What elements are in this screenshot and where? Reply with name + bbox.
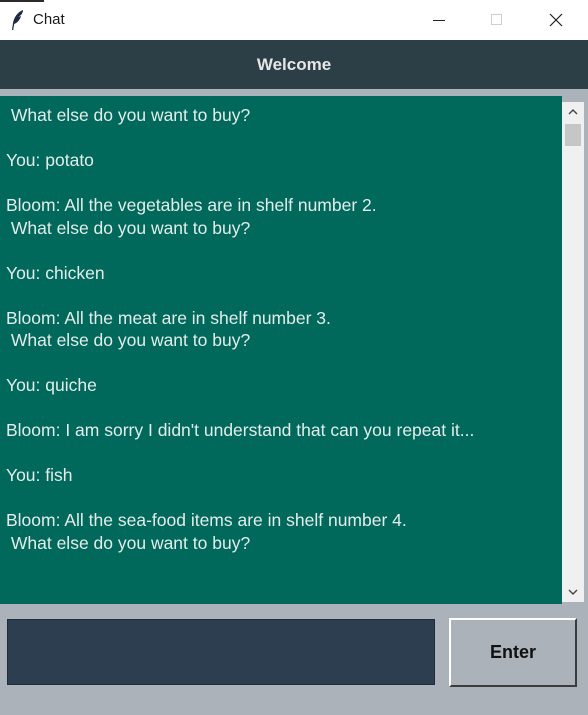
- scroll-thumb[interactable]: [565, 124, 581, 146]
- chat-transcript: What else do you want to buy? You: potat…: [6, 105, 475, 553]
- title-bar-accent: [0, 0, 44, 2]
- minimize-icon: [433, 20, 445, 21]
- header-divider: [0, 89, 588, 96]
- maximize-button[interactable]: [474, 0, 520, 40]
- chat-log[interactable]: What else do you want to buy? You: potat…: [0, 96, 562, 604]
- minimize-button[interactable]: [416, 0, 462, 40]
- window-title: Chat: [33, 11, 65, 28]
- message-input[interactable]: [7, 619, 435, 685]
- close-icon: [549, 13, 563, 27]
- enter-button[interactable]: Enter: [449, 618, 577, 687]
- maximize-icon: [491, 14, 502, 25]
- title-bar[interactable]: Chat: [0, 0, 588, 40]
- scroll-up-button[interactable]: [562, 102, 584, 122]
- chat-window: Chat Welcome What else do you want to bu…: [0, 0, 588, 715]
- chat-scrollbar[interactable]: [562, 102, 584, 602]
- feather-icon: [12, 10, 23, 30]
- chevron-down-icon: [568, 589, 578, 595]
- chevron-up-icon: [568, 109, 578, 115]
- close-button[interactable]: [533, 0, 579, 40]
- header-label: Welcome: [0, 40, 588, 89]
- scroll-down-button[interactable]: [562, 582, 584, 602]
